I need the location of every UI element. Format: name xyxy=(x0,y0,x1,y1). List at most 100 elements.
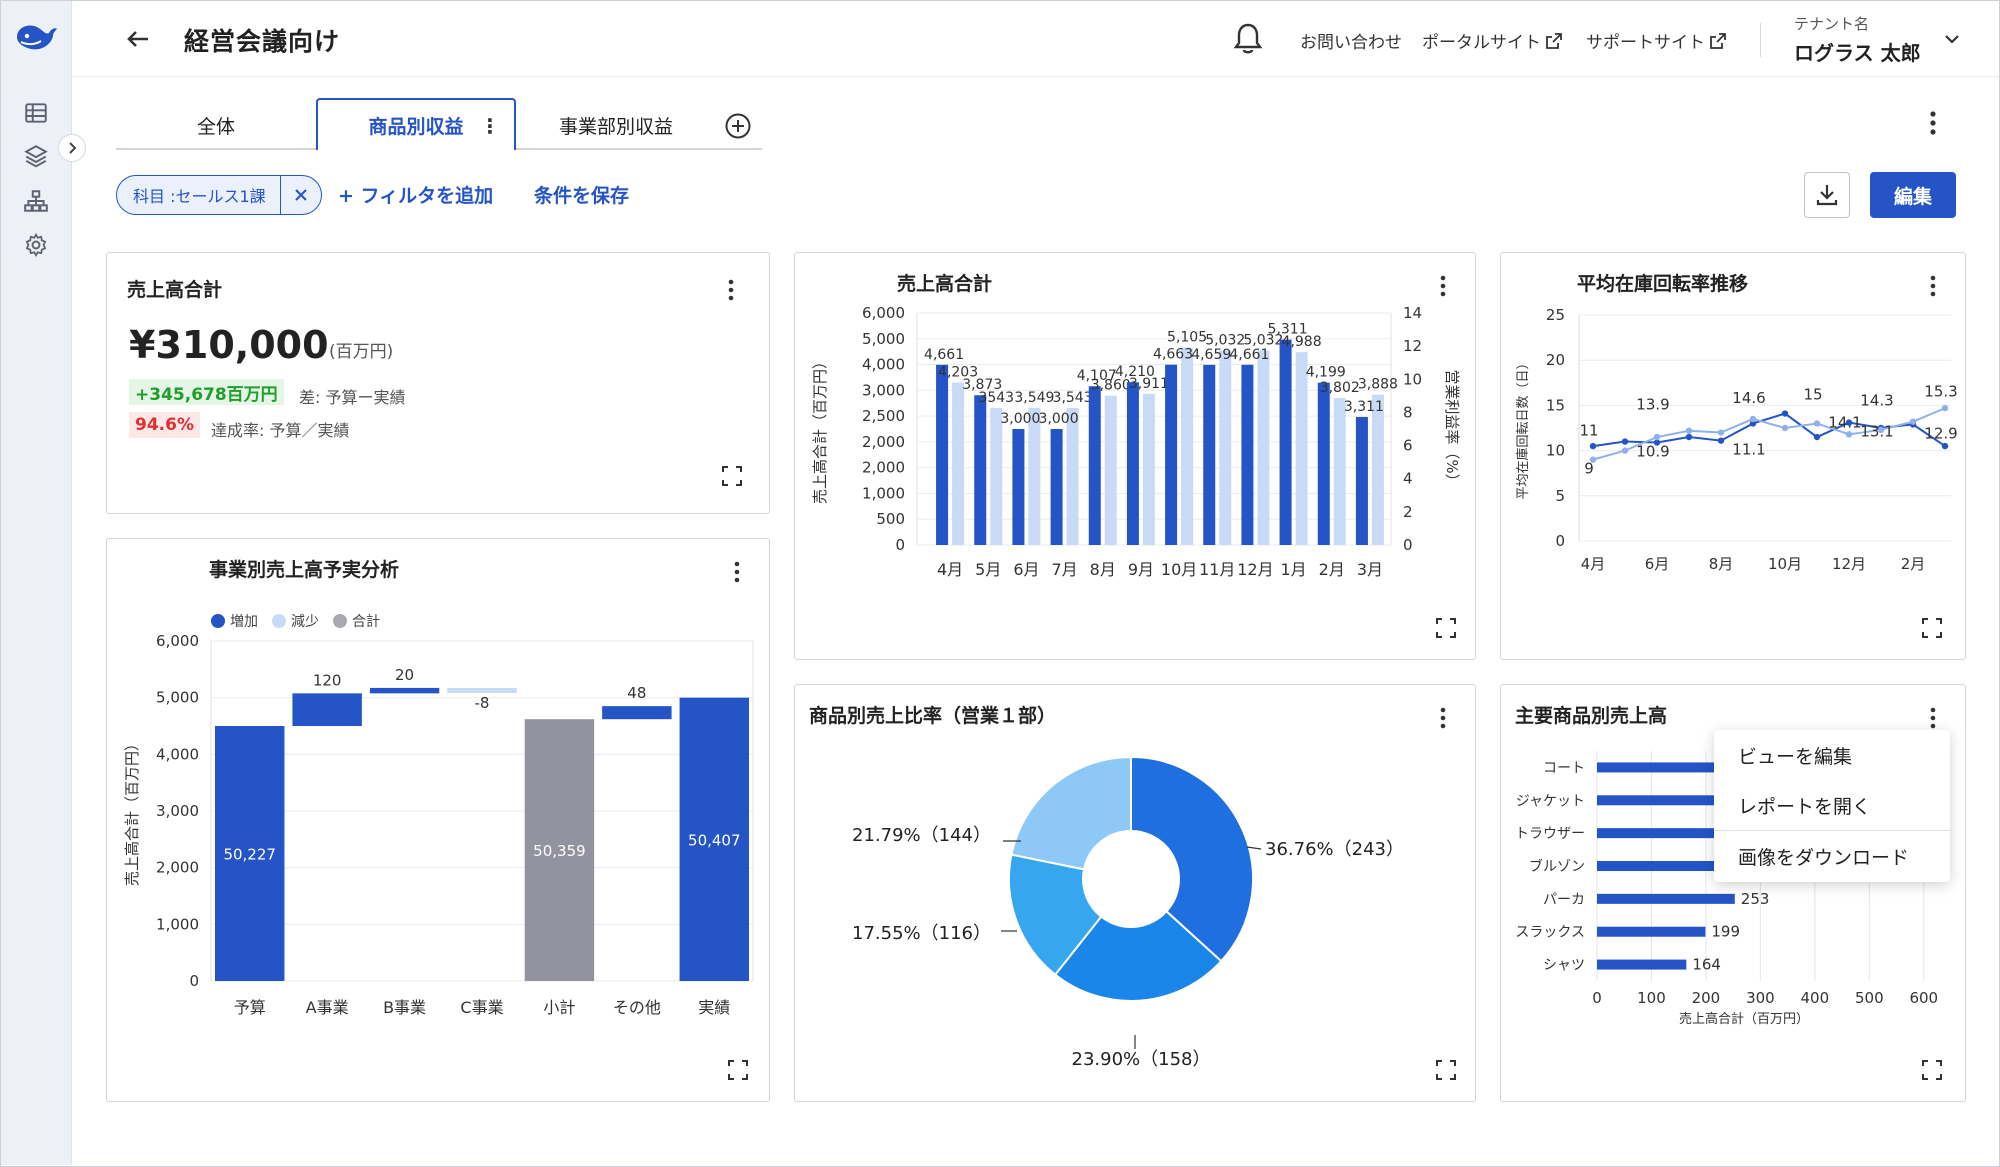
y-tick-label: 10 xyxy=(1546,442,1565,460)
y-tick-label: 500 xyxy=(876,510,905,528)
expand-icon[interactable] xyxy=(721,465,743,487)
data-point xyxy=(1749,415,1757,423)
data-label: 4,663 xyxy=(1153,347,1193,363)
edit-button[interactable]: 編集 xyxy=(1870,172,1956,218)
card-more-icon[interactable] xyxy=(1925,273,1941,299)
y-tick-label: 25 xyxy=(1546,306,1565,324)
data-label: 4,199 xyxy=(1306,365,1346,381)
x-tick-label: 10月 xyxy=(1161,560,1197,579)
bar xyxy=(1012,429,1025,545)
donut-chart: 36.76%（243） 23.90%（158） 17.55%（116） 21.79%（… xyxy=(852,755,1404,1070)
data-label: 3,000 xyxy=(1039,411,1079,427)
data-label: 20 xyxy=(395,666,414,684)
org-chart-icon[interactable] xyxy=(23,188,49,214)
bar xyxy=(936,364,949,545)
chip-remove-button[interactable] xyxy=(281,176,321,214)
kpi-unit: (百万円) xyxy=(329,342,394,362)
bar xyxy=(1219,350,1232,545)
y-tick-label: 3,000 xyxy=(862,381,905,399)
filter-chip-label: 科目 :セールス1課 xyxy=(117,176,281,214)
support-site-link[interactable]: サポートサイト xyxy=(1586,28,1727,53)
page-more-icon[interactable] xyxy=(1922,108,1944,138)
data-label: 13.9 xyxy=(1636,395,1669,413)
expand-icon[interactable] xyxy=(727,1059,749,1081)
y2-tick-label: 10 xyxy=(1403,370,1422,388)
tab-overall[interactable]: 全体 xyxy=(116,100,316,150)
bar xyxy=(990,408,1003,545)
data-label: 4,659 xyxy=(1191,347,1231,363)
data-point xyxy=(1781,410,1789,417)
rail-expand-button[interactable] xyxy=(58,134,86,162)
add-tab-icon[interactable] xyxy=(724,112,752,140)
bell-icon[interactable] xyxy=(1232,21,1264,57)
card-more-icon[interactable] xyxy=(723,277,739,303)
table-icon[interactable] xyxy=(23,100,49,126)
donut-card: 商品別売上比率（営業１部） 36.76%（243） 23.90%（158） 17.5… xyxy=(794,684,1476,1102)
y-axis-label: 売上高合計（百万円） xyxy=(811,354,829,504)
y-tick-label: シャツ xyxy=(1543,958,1585,974)
card-more-icon[interactable] xyxy=(1435,705,1451,731)
user-name[interactable]: ログラス 太郎 xyxy=(1794,37,1921,66)
data-label: 50,407 xyxy=(688,831,741,849)
tab-division-revenue[interactable]: 事業部別収益 xyxy=(516,100,716,150)
waterfall-card: 事業別売上高予実分析 増加 減少 合計 0 1,000 2,000 3,000 4,00… xyxy=(106,538,770,1102)
y-tick-label: 6,000 xyxy=(156,632,199,650)
kpi-card: 売上高合計 ¥310,000 (百万円) +345,678百万円 差: 予算ー実… xyxy=(106,252,770,514)
y2-tick-label: 0 xyxy=(1403,536,1413,554)
card-more-icon[interactable] xyxy=(1925,705,1941,731)
download-button[interactable] xyxy=(1804,172,1850,218)
save-conditions-button[interactable]: 条件を保存 xyxy=(534,181,629,208)
x-tick-label: 3月 xyxy=(1357,560,1383,579)
bar xyxy=(1181,347,1194,545)
y2-tick-label: 4 xyxy=(1403,470,1413,488)
portal-site-link[interactable]: ポータルサイト xyxy=(1422,28,1563,53)
sales-bar-card: 売上高合計 0 500 1,000 2,000 2,000 2,500 3,000 4,000… xyxy=(794,252,1476,660)
tab-product-revenue[interactable]: 商品別収益 ⋮ xyxy=(316,98,516,150)
data-label: 3,802 xyxy=(1320,380,1360,396)
data-point xyxy=(1717,429,1725,436)
external-link-icon xyxy=(1710,32,1726,49)
data-label: 5,105 xyxy=(1167,330,1207,346)
y-tick-label: 15 xyxy=(1546,396,1565,414)
chevron-down-icon[interactable] xyxy=(1940,27,1964,51)
y-axis-label: 売上高合計（百万円） xyxy=(123,736,141,886)
x-tick-label: 400 xyxy=(1801,989,1830,1007)
rate-label: 達成率: 予算／実績 xyxy=(211,421,350,440)
bar xyxy=(1257,350,1270,545)
add-filter-button[interactable]: + フィルタを追加 xyxy=(338,181,493,208)
y-tick-label: ブルゾン xyxy=(1529,858,1585,875)
data-label: 48 xyxy=(627,684,646,702)
data-label: 21.79%（144） xyxy=(852,825,991,846)
gear-icon[interactable] xyxy=(23,232,49,258)
bar xyxy=(1241,364,1254,545)
whale-logo-icon[interactable] xyxy=(13,17,59,57)
data-label: 3,543 xyxy=(1053,390,1093,406)
data-label: -8 xyxy=(475,694,490,712)
data-label: 50,359 xyxy=(533,842,586,860)
y-tick-label: 0 xyxy=(189,972,199,990)
x-tick-label: 12月 xyxy=(1832,555,1866,573)
menu-item-edit-view[interactable]: ビューを編集 xyxy=(1714,730,1950,780)
bar xyxy=(369,687,440,694)
tab-more-icon[interactable]: ⋮ xyxy=(480,114,500,138)
menu-item-open-report[interactable]: レポートを開く xyxy=(1714,780,1950,830)
expand-icon[interactable] xyxy=(1921,617,1943,639)
bar xyxy=(1028,407,1041,545)
expand-icon[interactable] xyxy=(1435,617,1457,639)
expand-icon[interactable] xyxy=(1435,1059,1457,1081)
contact-link[interactable]: お問い合わせ xyxy=(1300,28,1402,53)
left-rail xyxy=(1,1,72,1165)
card-more-icon[interactable] xyxy=(729,559,745,585)
layers-icon[interactable] xyxy=(23,143,49,169)
filter-chip[interactable]: 科目 :セールス1課 xyxy=(116,175,322,215)
data-label: 11 xyxy=(1579,422,1598,440)
y-tick-label: パーカ xyxy=(1543,892,1585,908)
back-arrow-icon[interactable] xyxy=(122,23,154,55)
data-label: 50,227 xyxy=(223,846,276,864)
context-menu: ビューを編集 レポートを開く 画像をダウンロード xyxy=(1714,730,1950,882)
x-tick-label: 小計 xyxy=(543,998,575,1017)
y-tick-label: 4,000 xyxy=(156,745,199,763)
bar xyxy=(1333,397,1346,545)
menu-item-download-image[interactable]: 画像をダウンロード xyxy=(1714,831,1950,881)
expand-icon[interactable] xyxy=(1921,1059,1943,1081)
